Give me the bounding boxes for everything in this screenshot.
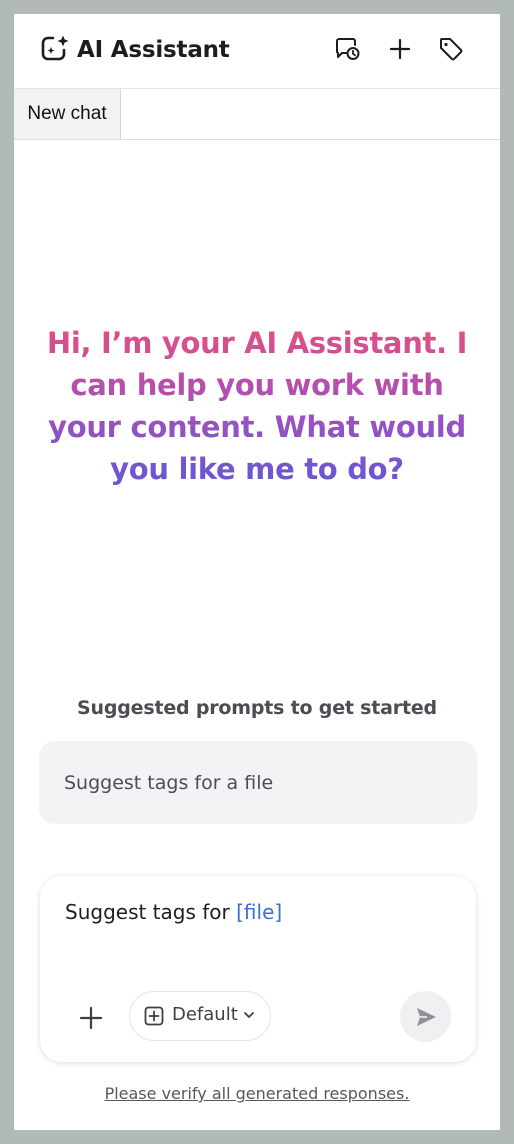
tab-new-chat[interactable]: New chat — [14, 89, 121, 139]
greeting-message: Hi, I’m your AI Assistant. I can help yo… — [44, 322, 470, 490]
plus-square-icon — [144, 1006, 164, 1026]
suggested-prompt-label: Suggest tags for a file — [64, 771, 274, 794]
ai-assistant-panel: AI Assistant New chat Hi, I’m your AI As… — [14, 14, 500, 1130]
prompt-variable-file[interactable]: [file] — [236, 900, 282, 924]
suggested-prompts-heading: Suggested prompts to get started — [77, 697, 437, 719]
prompt-text: Suggest tags for — [65, 900, 237, 924]
page-title: AI Assistant — [77, 37, 230, 63]
header: AI Assistant — [14, 14, 500, 89]
mode-select[interactable]: Default — [129, 991, 271, 1041]
tag-button[interactable] — [436, 34, 466, 64]
chat-history-icon — [335, 38, 360, 60]
send-icon — [416, 1007, 436, 1026]
new-chat-button[interactable] — [385, 34, 415, 64]
prompt-input[interactable]: Suggest tags for [file] — [65, 900, 282, 924]
suggested-prompt-card[interactable]: Suggest tags for a file — [39, 741, 477, 824]
verify-disclaimer-link[interactable]: Please verify all generated responses. — [14, 1084, 500, 1103]
prompt-composer: Suggest tags for [file] Default — [40, 876, 476, 1062]
chevron-down-icon — [244, 1012, 254, 1018]
add-attachment-button[interactable] — [73, 1000, 109, 1036]
tag-icon — [440, 38, 463, 61]
chat-history-button[interactable] — [333, 34, 363, 64]
chat-tabs: New chat — [14, 89, 500, 140]
send-button[interactable] — [400, 991, 451, 1042]
plus-icon — [389, 38, 411, 60]
mode-select-label: Default — [172, 1004, 238, 1025]
sparkle-chat-icon — [41, 35, 69, 61]
plus-icon — [79, 1006, 103, 1030]
